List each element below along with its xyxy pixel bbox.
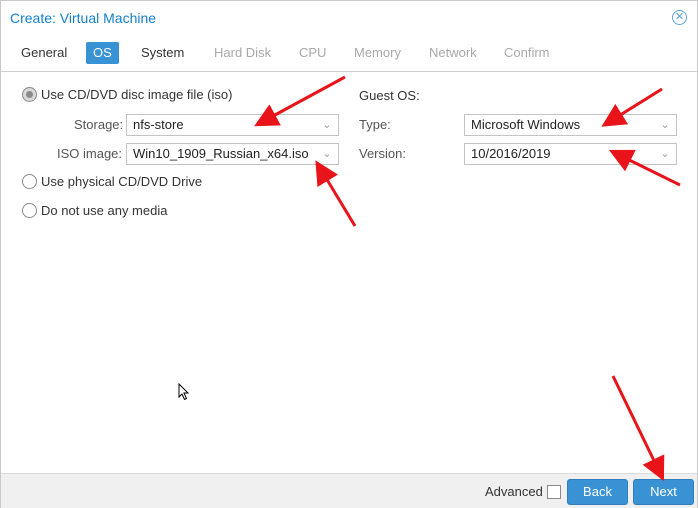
dialog-footer: Advanced Back Next xyxy=(1,473,697,508)
radio-use-iso-label: Use CD/DVD disc image file (iso) xyxy=(41,87,233,102)
iso-image-value: Win10_1909_Russian_x64.iso xyxy=(133,146,309,161)
chevron-down-icon[interactable]: ⌄ xyxy=(321,146,333,162)
tab-memory: Memory xyxy=(354,45,401,60)
chevron-down-icon[interactable]: ⌄ xyxy=(321,117,333,133)
radio-physical-drive[interactable]: Use physical CD/DVD Drive xyxy=(22,173,202,191)
tab-os[interactable]: OS xyxy=(86,42,119,64)
os-panel: Use CD/DVD disc image file (iso) Storage… xyxy=(1,72,697,472)
mouse-pointer-icon xyxy=(178,383,190,401)
os-version-value: 10/2016/2019 xyxy=(471,146,551,161)
radio-use-iso[interactable]: Use CD/DVD disc image file (iso) xyxy=(22,86,232,104)
back-button[interactable]: Back xyxy=(567,479,628,505)
tab-confirm: Confirm xyxy=(504,45,550,60)
iso-image-select[interactable]: Win10_1909_Russian_x64.iso ⌄ xyxy=(126,143,339,165)
radio-physical-label: Use physical CD/DVD Drive xyxy=(41,174,203,189)
close-icon[interactable]: ✕ xyxy=(672,10,687,25)
radio-button[interactable] xyxy=(22,203,37,218)
tab-hard-disk: Hard Disk xyxy=(214,45,272,60)
advanced-label: Advanced xyxy=(485,484,543,499)
radio-no-media-label: Do not use any media xyxy=(41,203,168,218)
radio-button-checked[interactable] xyxy=(22,87,37,102)
create-vm-dialog: Create: Virtual Machine ✕ General OS Sys… xyxy=(0,0,698,508)
os-version-label: Version: xyxy=(359,146,406,161)
tab-network: Network xyxy=(429,45,477,60)
os-version-select[interactable]: 10/2016/2019 ⌄ xyxy=(464,143,677,165)
iso-image-label: ISO image: xyxy=(57,146,123,161)
guest-os-heading: Guest OS: xyxy=(359,88,420,103)
os-type-select[interactable]: Microsoft Windows ⌄ xyxy=(464,114,677,136)
radio-button[interactable] xyxy=(22,174,37,189)
radio-no-media[interactable]: Do not use any media xyxy=(22,202,167,220)
os-type-value: Microsoft Windows xyxy=(471,117,581,132)
storage-value: nfs-store xyxy=(133,117,184,132)
dialog-titlebar: Create: Virtual Machine ✕ xyxy=(1,1,697,36)
os-type-label: Type: xyxy=(359,117,391,132)
storage-select[interactable]: nfs-store ⌄ xyxy=(126,114,339,136)
storage-label: Storage: xyxy=(74,117,124,132)
advanced-checkbox[interactable] xyxy=(547,485,561,499)
next-button[interactable]: Next xyxy=(633,479,694,505)
chevron-down-icon[interactable]: ⌄ xyxy=(659,146,671,162)
chevron-down-icon[interactable]: ⌄ xyxy=(659,117,671,133)
tab-cpu: CPU xyxy=(299,45,327,60)
tab-system[interactable]: System xyxy=(134,42,191,64)
wizard-tabs: General OS System Hard Disk CPU Memory N… xyxy=(1,37,697,72)
tab-general[interactable]: General xyxy=(14,42,74,64)
dialog-title: Create: Virtual Machine xyxy=(10,10,157,26)
